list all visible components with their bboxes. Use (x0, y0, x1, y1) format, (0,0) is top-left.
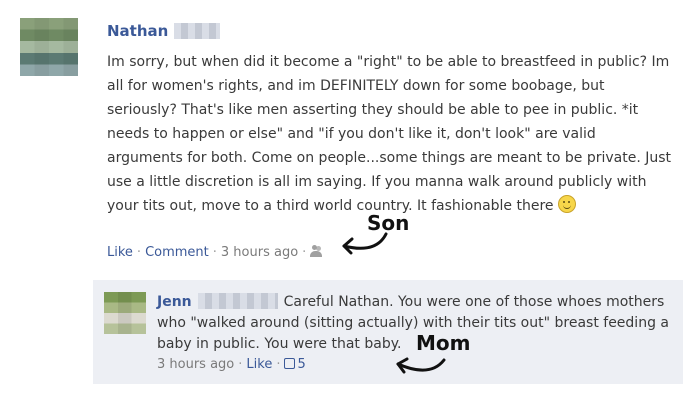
post-actions: Like · Comment · 3 hours ago · (107, 245, 323, 260)
comment-like-link[interactable]: Like (246, 357, 272, 372)
jenn-avatar[interactable] (104, 292, 146, 334)
post-comment-link[interactable]: Comment (145, 245, 209, 260)
nathan-avatar[interactable] (20, 18, 78, 76)
post-like-link[interactable]: Like (107, 245, 133, 260)
comment-timestamp[interactable]: 3 hours ago (157, 357, 234, 372)
post-author-name[interactable]: Nathan (107, 22, 168, 40)
son-arrow (342, 232, 388, 255)
blurred-surname (197, 293, 278, 309)
blurred-surname (174, 23, 221, 39)
mom-arrow (396, 357, 446, 374)
post-body: Im sorry, but when did it become a "righ… (107, 50, 675, 218)
separator-dot: · (238, 357, 243, 372)
friends-icon[interactable] (310, 245, 323, 257)
comment-like-count[interactable]: 5 (297, 357, 305, 372)
thumbs-up-icon (284, 358, 296, 369)
separator-dot: · (212, 245, 217, 260)
comment-actions: 3 hours ago · Like · 5 (157, 357, 306, 372)
smiley-icon (557, 195, 576, 213)
separator-dot: · (276, 357, 281, 372)
separator-dot: · (136, 245, 142, 260)
post-author[interactable]: Nathan (107, 22, 221, 40)
post-text: Im sorry, but when did it become a "righ… (107, 54, 672, 214)
separator-dot: · (302, 245, 307, 260)
comment-author-name[interactable]: Jenn (157, 294, 192, 310)
post-timestamp[interactable]: 3 hours ago (221, 245, 298, 260)
